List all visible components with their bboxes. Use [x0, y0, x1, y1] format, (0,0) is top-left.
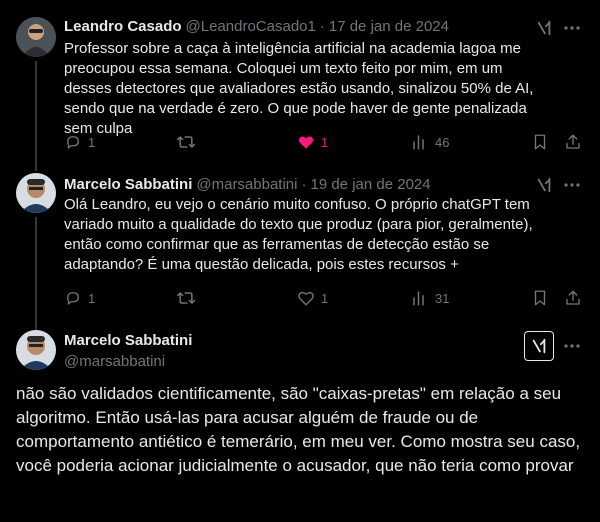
bookmark-button[interactable] — [532, 288, 554, 308]
heart-icon — [298, 136, 314, 149]
views-icon — [413, 135, 424, 150]
like-count: 1 — [321, 290, 329, 306]
tweet-header: Leandro Casado @LeandroCasado1 · 17 de j… — [64, 16, 449, 36]
repost-icon — [176, 136, 196, 148]
share-button[interactable] — [564, 132, 588, 152]
more-icon[interactable] — [562, 336, 582, 356]
author-handle[interactable]: @marsabbatini — [196, 176, 297, 193]
share-icon — [566, 290, 580, 305]
tweet-date[interactable]: 17 de jan de 2024 — [329, 18, 449, 35]
repost-icon — [176, 292, 196, 304]
thread-line — [35, 165, 37, 171]
tweet-actions: 1 1 31 — [64, 288, 584, 308]
views-count: 46 — [435, 134, 450, 150]
tweet-actions: 1 1 46 — [64, 132, 584, 152]
bookmark-icon — [534, 290, 546, 306]
tweet-leandro[interactable]: Leandro Casado @LeandroCasado1 · 17 de j… — [0, 0, 600, 171]
share-icon — [566, 134, 580, 149]
views-count: 31 — [435, 290, 450, 306]
avatar[interactable] — [16, 173, 56, 213]
more-icon[interactable] — [562, 18, 582, 38]
repost-button[interactable] — [176, 132, 202, 152]
reply-button[interactable]: 1 — [64, 132, 95, 152]
heart-icon — [298, 291, 314, 306]
author-name[interactable]: Marcelo Sabbatini — [64, 176, 192, 193]
main-tweet-text: não são validados cientificamente, são "… — [16, 384, 581, 475]
reply-button[interactable]: 1 — [64, 288, 95, 308]
reply-icon — [67, 136, 79, 149]
thread-line — [35, 310, 37, 326]
separator: · — [301, 175, 307, 193]
thread-line — [35, 61, 37, 171]
avatar[interactable] — [16, 330, 56, 370]
author-handle[interactable]: @LeandroCasado1 — [186, 18, 316, 35]
avatar[interactable] — [16, 17, 56, 57]
reply-count: 1 — [88, 290, 96, 306]
share-button[interactable] — [564, 288, 588, 308]
repost-button[interactable] — [176, 288, 202, 308]
tweet-marcelo-reply[interactable]: Marcelo Sabbatini @marsabbatini · 19 de … — [0, 165, 600, 330]
grok-icon[interactable] — [533, 17, 555, 39]
grok-icon[interactable] — [524, 331, 554, 361]
tweet-text: Olá Leandro, eu vejo o cenário muito con… — [64, 196, 533, 273]
more-icon[interactable] — [562, 175, 582, 195]
views-button[interactable]: 46 — [411, 132, 449, 152]
separator: · — [319, 17, 325, 35]
views-button[interactable]: 31 — [411, 288, 449, 308]
like-button[interactable]: 1 — [297, 288, 328, 308]
reply-icon — [67, 292, 79, 305]
author-handle[interactable]: @marsabbatini — [64, 353, 165, 370]
views-icon — [413, 291, 424, 306]
tweet-date[interactable]: 19 de jan de 2024 — [310, 176, 430, 193]
bookmark-icon — [534, 134, 546, 150]
like-count: 1 — [321, 134, 329, 150]
tweet-header: Marcelo Sabbatini @marsabbatini · 19 de … — [64, 174, 431, 194]
tweet-text: Professor sobre a caça à inteligência ar… — [64, 40, 534, 137]
like-button[interactable]: 1 — [297, 132, 328, 152]
reply-count: 1 — [88, 134, 96, 150]
author-name[interactable]: Marcelo Sabbatini — [64, 332, 192, 349]
author-name[interactable]: Leandro Casado — [64, 18, 182, 35]
grok-icon[interactable] — [533, 174, 555, 196]
bookmark-button[interactable] — [532, 132, 554, 152]
